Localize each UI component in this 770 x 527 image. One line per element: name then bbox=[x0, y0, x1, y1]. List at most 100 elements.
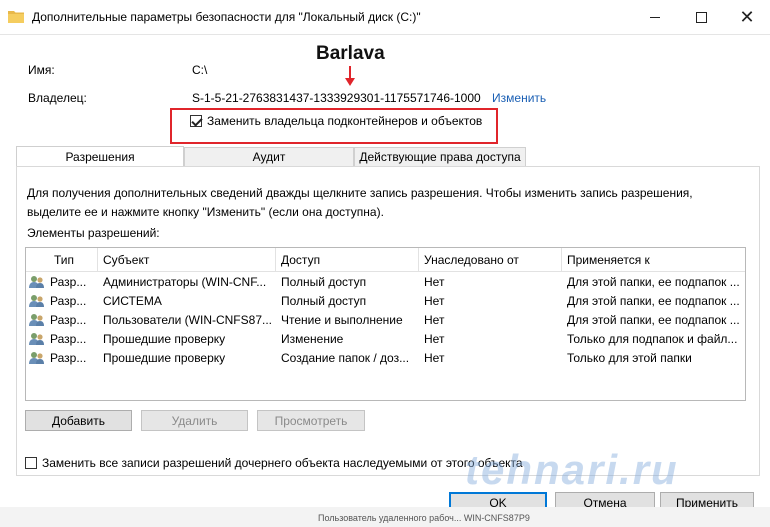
window-title: Дополнительные параметры безопасности дл… bbox=[32, 10, 421, 24]
table-cell: Администраторы (WIN-CNF... bbox=[98, 272, 276, 291]
table-row[interactable]: Разр... Пользователи (WIN-CNFS87... Чтение… bbox=[26, 310, 745, 329]
table-cell: Чтение и выполнение bbox=[276, 310, 419, 329]
replace-child-checkbox[interactable] bbox=[25, 457, 37, 469]
table-row[interactable]: Разр... Прошедшие проверку Создание папок … bbox=[26, 348, 745, 367]
minimize-button[interactable] bbox=[632, 0, 678, 34]
close-icon: ✕ bbox=[739, 7, 755, 27]
title-bar: Дополнительные параметры безопасности дл… bbox=[0, 0, 770, 35]
owner-label: Владелец: bbox=[28, 91, 87, 105]
table-cell: Нет bbox=[419, 348, 562, 367]
table-cell: Разр... bbox=[26, 272, 98, 291]
view-button[interactable]: Просмотреть bbox=[257, 410, 365, 431]
owner-value: S-1-5-21-2763831437-1333929301-117557174… bbox=[192, 91, 546, 105]
table-cell-text: Изменение bbox=[281, 331, 344, 346]
users-icon bbox=[29, 351, 44, 364]
permission-entries-label: Элементы разрешений: bbox=[27, 226, 160, 240]
table-cell: Изменение bbox=[276, 329, 419, 348]
maximize-button[interactable] bbox=[678, 0, 724, 34]
table-cell-text: Только для этой папки bbox=[567, 350, 692, 365]
table-cell-text: Создание папок / доз... bbox=[281, 350, 410, 365]
table-row[interactable]: Разр... Прошедшие проверку Изменение Нет Тол… bbox=[26, 329, 745, 348]
table-cell-text: Нет bbox=[424, 293, 445, 308]
table-cell: Прошедшие проверку bbox=[98, 329, 276, 348]
users-icon bbox=[29, 294, 44, 307]
remove-button[interactable]: Удалить bbox=[141, 410, 248, 431]
background-window-strip: Пользователь удаленного рабоч... WIN-CNF… bbox=[0, 507, 770, 527]
tab-audit[interactable]: Аудит bbox=[184, 147, 354, 166]
table-cell-text: Администраторы (WIN-CNF... bbox=[103, 274, 267, 289]
arrow-down-icon bbox=[345, 66, 355, 86]
replace-owner-label: Заменить владельца подконтейнеров и объе… bbox=[207, 114, 483, 128]
table-cell: Нет bbox=[419, 272, 562, 291]
table-cell-text: Нет bbox=[424, 350, 445, 365]
table-cell-text: Прошедшие проверку bbox=[103, 331, 226, 346]
users-icon bbox=[29, 313, 44, 326]
table-cell: СИСТЕМА bbox=[98, 291, 276, 310]
table-cell: Прошедшие проверку bbox=[98, 348, 276, 367]
table-cell: Только для подпапок и файл... bbox=[562, 329, 745, 348]
table-cell: Для этой папки, ее подпапок ... bbox=[562, 272, 745, 291]
table-cell-text: Разр... bbox=[50, 293, 87, 308]
table-cell-text: Разр... bbox=[50, 350, 87, 365]
add-button[interactable]: Добавить bbox=[25, 410, 132, 431]
tab-effective-access[interactable]: Действующие права доступа bbox=[354, 147, 526, 166]
table-cell-text: Прошедшие проверку bbox=[103, 350, 226, 365]
column-header-inherited[interactable]: Унаследовано от bbox=[419, 248, 562, 271]
table-cell: Создание папок / доз... bbox=[276, 348, 419, 367]
minimize-icon bbox=[650, 16, 660, 18]
table-cell: Для этой папки, ее подпапок ... bbox=[562, 310, 745, 329]
name-label: Имя: bbox=[28, 63, 55, 77]
tab-strip: Разрешения Аудит Действующие права досту… bbox=[16, 146, 526, 167]
background-text: Пользователь удаленного рабоч... WIN-CNF… bbox=[318, 513, 530, 523]
table-cell-text: Нет bbox=[424, 331, 445, 346]
column-header-principal[interactable]: Субъект bbox=[98, 248, 276, 271]
table-cell: Нет bbox=[419, 291, 562, 310]
table-cell-text: Полный доступ bbox=[281, 293, 367, 308]
table-cell: Пользователи (WIN-CNFS87... bbox=[98, 310, 276, 329]
table-cell-text: Нет bbox=[424, 312, 445, 327]
users-icon bbox=[29, 332, 44, 345]
table-cell-text: Для этой папки, ее подпапок ... bbox=[567, 293, 740, 308]
table-cell-text: Разр... bbox=[50, 312, 87, 327]
table-cell: Разр... bbox=[26, 291, 98, 310]
table-cell: Для этой папки, ее подпапок ... bbox=[562, 291, 745, 310]
maximize-icon bbox=[695, 11, 707, 23]
table-row[interactable]: Разр... СИСТЕМА Полный доступ Нет Для этой п… bbox=[26, 291, 745, 310]
owner-sid: S-1-5-21-2763831437-1333929301-117557174… bbox=[192, 91, 481, 105]
list-header: Тип Субъект Доступ Унаследовано от Приме… bbox=[26, 248, 745, 272]
table-cell-text: Разр... bbox=[50, 274, 87, 289]
table-cell-text: Для этой папки, ее подпапок ... bbox=[567, 274, 740, 289]
name-value: C:\ bbox=[192, 63, 208, 77]
table-cell: Полный доступ bbox=[276, 272, 419, 291]
table-cell: Разр... bbox=[26, 329, 98, 348]
users-icon bbox=[29, 275, 44, 288]
table-cell-text: Чтение и выполнение bbox=[281, 312, 403, 327]
change-owner-link[interactable]: Изменить bbox=[492, 91, 546, 105]
info-text: Для получения дополнительных сведений дв… bbox=[27, 186, 693, 219]
table-cell-text: Разр... bbox=[50, 331, 87, 346]
replace-child-checkbox-row[interactable]: Заменить все записи разрешений дочернего… bbox=[25, 456, 523, 470]
tab-permissions[interactable]: Разрешения bbox=[16, 146, 184, 167]
table-row[interactable]: Разр... Администраторы (WIN-CNF... Полный … bbox=[26, 272, 745, 291]
column-header-access[interactable]: Доступ bbox=[276, 248, 419, 271]
table-cell-text: Пользователи (WIN-CNFS87... bbox=[103, 312, 272, 327]
column-header-type[interactable]: Тип bbox=[26, 248, 98, 271]
column-header-applies-to[interactable]: Применяется к bbox=[562, 248, 745, 271]
table-cell: Нет bbox=[419, 329, 562, 348]
replace-owner-checkbox-row[interactable]: Заменить владельца подконтейнеров и объе… bbox=[190, 114, 482, 128]
permission-entries-list[interactable]: Тип Субъект Доступ Унаследовано от Приме… bbox=[25, 247, 746, 401]
table-cell: Нет bbox=[419, 310, 562, 329]
table-cell-text: СИСТЕМА bbox=[103, 293, 162, 308]
close-button[interactable]: ✕ bbox=[724, 0, 770, 34]
table-cell: Полный доступ bbox=[276, 291, 419, 310]
table-cell-text: Для этой папки, ее подпапок ... bbox=[567, 312, 740, 327]
table-cell: Разр... bbox=[26, 310, 98, 329]
table-cell: Разр... bbox=[26, 348, 98, 367]
folder-icon bbox=[8, 11, 24, 23]
table-cell-text: Полный доступ bbox=[281, 274, 367, 289]
annotation-label: Barlava bbox=[316, 43, 385, 64]
replace-owner-checkbox[interactable] bbox=[190, 115, 202, 127]
table-cell-text: Только для подпапок и файл... bbox=[567, 331, 738, 346]
replace-child-label: Заменить все записи разрешений дочернего… bbox=[42, 456, 523, 470]
table-cell-text: Нет bbox=[424, 274, 445, 289]
